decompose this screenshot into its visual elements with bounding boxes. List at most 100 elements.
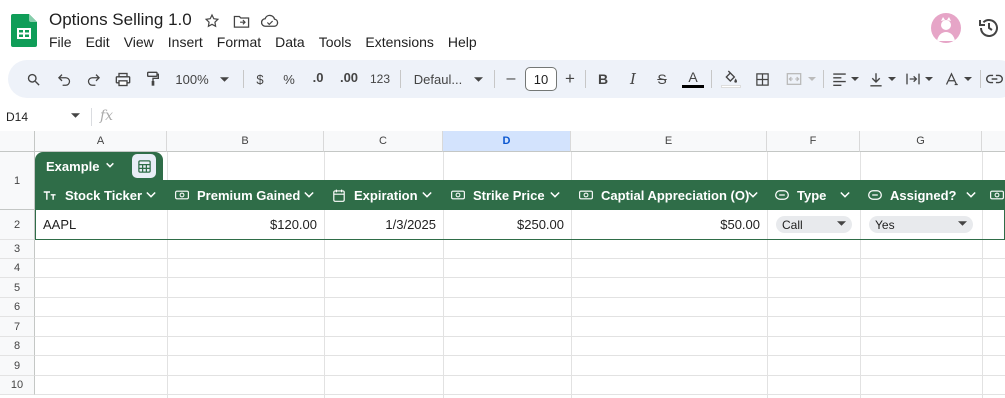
chevron-down-icon[interactable]	[146, 191, 156, 199]
header-captial-appreciation[interactable]: Captial Appreciation (O)	[579, 180, 765, 210]
merge-icon[interactable]	[783, 60, 805, 98]
move-folder-icon[interactable]	[232, 12, 250, 30]
table-name-tab[interactable]: Example	[35, 152, 163, 180]
text-color-button[interactable]: A	[682, 58, 704, 96]
valign-icon[interactable]	[866, 60, 886, 98]
header-stock-ticker[interactable]: Stock Ticker	[43, 180, 167, 210]
column-header-g[interactable]: G	[860, 131, 982, 152]
table-view-icon[interactable]	[132, 154, 156, 178]
row-header-8[interactable]: 8	[0, 337, 35, 356]
increase-decimals-button[interactable]: .00	[337, 58, 361, 96]
row-header-7[interactable]: 7	[0, 317, 35, 337]
cloud-saved-icon[interactable]	[261, 12, 279, 30]
zoom-caret-icon[interactable]	[217, 60, 231, 98]
name-box[interactable]: D14	[6, 110, 28, 124]
header-premium-gained[interactable]: Premium Gained	[175, 180, 325, 210]
zoom-select[interactable]: 100%	[172, 60, 212, 98]
column-header-c[interactable]: C	[324, 131, 443, 152]
wrap-icon[interactable]	[903, 60, 923, 98]
menu-data[interactable]: Data	[275, 34, 305, 50]
chevron-down-icon[interactable]	[422, 191, 432, 199]
money-icon	[451, 188, 465, 202]
undo-icon[interactable]	[53, 60, 75, 98]
rotate-caret-icon[interactable]	[962, 60, 974, 98]
column-header-d[interactable]: D	[443, 131, 571, 152]
fill-color-icon[interactable]	[720, 58, 742, 96]
increase-font-size-button[interactable]: +	[562, 60, 578, 98]
user-avatar[interactable]	[931, 13, 961, 43]
document-title[interactable]: Options Selling 1.0	[49, 10, 192, 30]
rotate-icon[interactable]	[940, 60, 962, 98]
header-assigned[interactable]: Assigned?	[868, 180, 978, 210]
menu-tools[interactable]: Tools	[319, 34, 352, 50]
column-header-h[interactable]	[982, 131, 1005, 152]
wrap-caret-icon[interactable]	[923, 60, 935, 98]
name-box-caret-icon[interactable]	[71, 113, 80, 118]
font-size-input[interactable]: 10	[525, 67, 557, 91]
cell-premium-gained[interactable]: $120.00	[168, 210, 317, 239]
paint-format-icon[interactable]	[142, 60, 164, 98]
row-header-6[interactable]: 6	[0, 298, 35, 317]
chevron-down-icon[interactable]	[748, 191, 758, 199]
print-icon[interactable]	[112, 60, 134, 98]
star-icon[interactable]	[203, 12, 221, 30]
row-header-9[interactable]: 9	[0, 356, 35, 376]
chevron-down-icon[interactable]	[966, 191, 976, 199]
strikethrough-button[interactable]: S	[653, 60, 671, 98]
formula-input[interactable]	[125, 106, 995, 126]
percent-format-button[interactable]: %	[281, 60, 297, 98]
chevron-down-icon[interactable]	[550, 191, 560, 199]
header-expiration[interactable]: Expiration	[332, 180, 444, 210]
row-header-4[interactable]: 4	[0, 259, 35, 278]
italic-button[interactable]: I	[624, 60, 642, 98]
row-header-1[interactable]: 1	[0, 152, 35, 210]
font-caret-icon[interactable]	[472, 60, 484, 98]
chevron-down-icon[interactable]	[304, 191, 314, 199]
row-header-10[interactable]: 10	[0, 376, 35, 395]
decrease-font-size-button[interactable]: –	[503, 60, 519, 98]
font-family-select[interactable]: Defaul...	[410, 60, 466, 98]
cell-stock-ticker[interactable]: AAPL	[43, 210, 163, 239]
chevron-down-icon[interactable]	[840, 191, 850, 199]
bold-button[interactable]: B	[594, 60, 612, 98]
currency-format-button[interactable]: $	[252, 60, 268, 98]
column-header-f[interactable]: F	[767, 131, 860, 152]
column-header-e[interactable]: E	[571, 131, 767, 152]
search-icon[interactable]	[22, 60, 44, 98]
menu-edit[interactable]: Edit	[86, 34, 110, 50]
link-icon[interactable]	[986, 60, 1005, 98]
cell-expiration[interactable]: 1/3/2025	[325, 210, 436, 239]
cell-strike-price[interactable]: $250.00	[444, 210, 564, 239]
sheets-logo-icon[interactable]	[11, 14, 37, 47]
menu-extensions[interactable]: Extensions	[365, 34, 433, 50]
chevron-down-icon[interactable]	[105, 160, 115, 170]
menu-file[interactable]: File	[49, 34, 72, 50]
merge-caret-icon[interactable]	[807, 60, 817, 98]
column-header-a[interactable]: A	[35, 131, 167, 152]
header-type[interactable]: Type	[775, 180, 853, 210]
row-header-3[interactable]: 3	[0, 240, 35, 259]
header-strike-price[interactable]: Strike Price	[451, 180, 571, 210]
menu-help[interactable]: Help	[448, 34, 477, 50]
row-header-2[interactable]: 2	[0, 210, 35, 240]
row-header-5[interactable]: 5	[0, 278, 35, 298]
version-history-icon[interactable]	[977, 16, 1001, 40]
more-formats-button[interactable]: 123	[368, 60, 392, 98]
menu-insert[interactable]: Insert	[168, 34, 203, 50]
menu-format[interactable]: Format	[217, 34, 261, 50]
type-dropdown-chip[interactable]: Call	[776, 216, 852, 233]
header-label: Stock Ticker	[65, 187, 143, 203]
align-icon[interactable]	[829, 60, 849, 98]
header-next-column[interactable]	[990, 180, 1005, 210]
cell-captial-appreciation[interactable]: $50.00	[572, 210, 760, 239]
column-header-b[interactable]: B	[167, 131, 324, 152]
assigned-dropdown-chip[interactable]: Yes	[869, 216, 973, 233]
redo-icon[interactable]	[82, 60, 104, 98]
select-all-corner[interactable]	[0, 131, 35, 152]
align-caret-icon[interactable]	[849, 60, 861, 98]
decrease-decimals-button[interactable]: .0	[308, 58, 328, 96]
fill-color-swatch	[721, 85, 741, 88]
menu-view[interactable]: View	[124, 34, 154, 50]
borders-icon[interactable]	[751, 60, 773, 98]
valign-caret-icon[interactable]	[886, 60, 898, 98]
